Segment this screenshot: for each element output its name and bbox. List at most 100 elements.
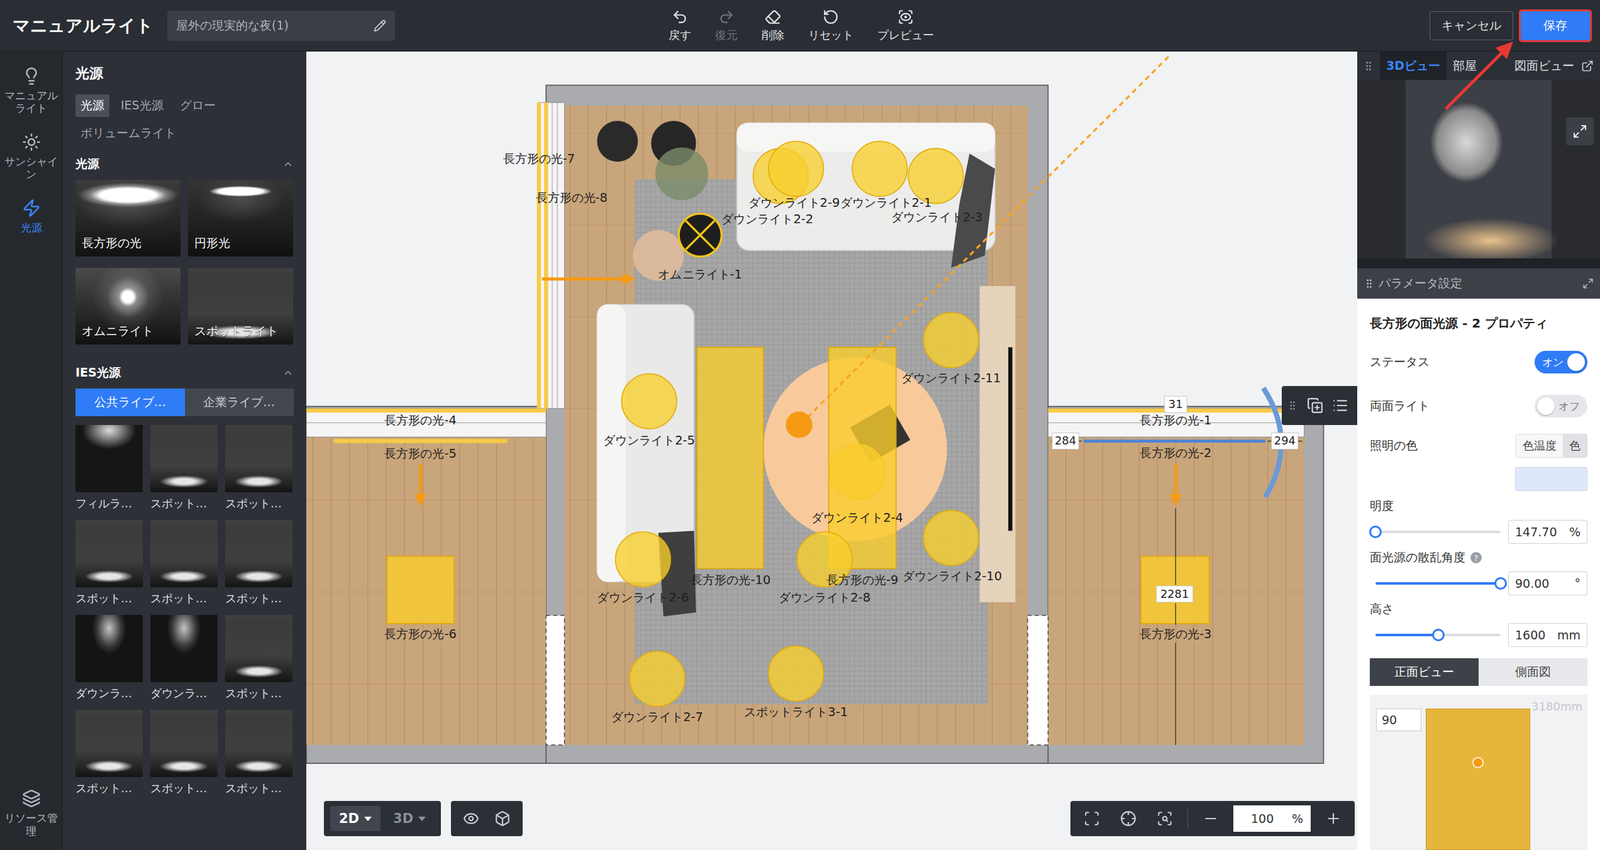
section-header[interactable]: IES光源 bbox=[75, 361, 294, 389]
library-tab[interactable]: ボリュームライト bbox=[75, 122, 182, 145]
toolbar-button[interactable]: プレビュー bbox=[876, 6, 936, 46]
light-source-dot[interactable] bbox=[1472, 757, 1484, 769]
light-label[interactable]: ダウンライト2-7 bbox=[611, 710, 704, 725]
preview-tab[interactable]: 正面ビュー bbox=[1369, 658, 1479, 687]
light-label[interactable]: 長方形の光-9 bbox=[826, 572, 899, 588]
view-tab[interactable]: 3Dビュー bbox=[1379, 51, 1447, 80]
cancel-button[interactable]: キャンセル bbox=[1429, 11, 1514, 41]
spot-light[interactable] bbox=[768, 646, 824, 702]
slider-track[interactable] bbox=[1375, 633, 1501, 637]
light-label[interactable]: オムニライト-1 bbox=[658, 267, 743, 282]
ies-item[interactable]: スポット… bbox=[150, 710, 218, 797]
linear-light[interactable] bbox=[544, 102, 548, 409]
expand-icon[interactable] bbox=[1582, 277, 1594, 290]
number-field[interactable]: 147.70% bbox=[1508, 520, 1588, 545]
toolbar-button[interactable]: 戻す bbox=[667, 6, 693, 46]
light-label[interactable]: ダウンライト2-3 bbox=[891, 210, 984, 225]
dimension-badge[interactable]: 2281 bbox=[1155, 586, 1193, 603]
dimension-badge[interactable]: 294 bbox=[1271, 433, 1299, 450]
down-light[interactable] bbox=[621, 374, 677, 430]
light-label[interactable]: 長方形の光-10 bbox=[690, 572, 771, 588]
light-label[interactable]: 長方形の光-7 bbox=[503, 151, 575, 167]
angle-field[interactable]: 90 bbox=[1376, 708, 1422, 732]
light-label[interactable]: ダウンライト2-6 bbox=[596, 590, 689, 606]
slider-track[interactable] bbox=[1375, 530, 1501, 534]
rail-item[interactable]: リソース管理 bbox=[0, 780, 63, 850]
slider-knob[interactable] bbox=[1494, 577, 1507, 590]
down-light[interactable] bbox=[768, 141, 824, 197]
zoom-out-button[interactable] bbox=[1196, 805, 1225, 833]
light-label[interactable]: 長方形の光-6 bbox=[384, 627, 456, 642]
canvas[interactable]: 長方形の光-7 長方形の光-8 オムニライト-1 ダウンライト2-2ダウンライト2-9… bbox=[306, 51, 1358, 850]
zoom-field[interactable]: 100% bbox=[1233, 805, 1311, 833]
section-header[interactable]: 光源 bbox=[75, 152, 294, 180]
ies-item[interactable]: スポット… bbox=[225, 710, 293, 797]
ies-item[interactable]: ダウンラ… bbox=[75, 615, 143, 702]
light-label[interactable]: ダウンライト2-5 bbox=[603, 433, 695, 448]
ies-item[interactable]: スポット… bbox=[225, 520, 293, 607]
light-label[interactable]: ダウンライト2-4 bbox=[811, 510, 904, 526]
down-light[interactable] bbox=[923, 312, 980, 368]
rail-item[interactable]: マニュアルライト bbox=[0, 57, 63, 124]
view-tab[interactable]: 図面ビュー bbox=[1508, 51, 1581, 80]
number-field[interactable]: 90.00° bbox=[1508, 571, 1588, 596]
help-icon[interactable]: ? bbox=[1470, 552, 1482, 564]
ies-item[interactable]: スポット… bbox=[150, 520, 218, 607]
cube-button[interactable] bbox=[488, 805, 517, 833]
light-label[interactable]: ダウンライト2-11 bbox=[901, 371, 1001, 386]
preview-tab[interactable]: 側面図 bbox=[1478, 658, 1588, 687]
duplicate-icon[interactable] bbox=[1306, 397, 1324, 414]
down-light[interactable] bbox=[852, 141, 908, 197]
expand-preview-button[interactable] bbox=[1566, 117, 1594, 146]
toggle-switch[interactable]: オフ bbox=[1534, 394, 1588, 418]
down-light[interactable] bbox=[629, 651, 685, 707]
library-tab[interactable]: グロー bbox=[174, 94, 221, 117]
light-label[interactable]: ダウンライト2-8 bbox=[778, 590, 871, 606]
light-tile[interactable]: オムニライト bbox=[75, 267, 181, 345]
library-tab[interactable]: 光源 bbox=[75, 94, 110, 117]
scene-name-field[interactable]: 屋外の現実的な夜(1) bbox=[167, 10, 395, 41]
rect-light[interactable] bbox=[1140, 556, 1210, 624]
light-label[interactable]: ダウンライト2-2 bbox=[721, 211, 814, 227]
down-light[interactable] bbox=[615, 532, 672, 588]
color-swatch[interactable] bbox=[1515, 467, 1588, 492]
direction-arrow[interactable] bbox=[418, 464, 423, 501]
ies-item[interactable]: スポット… bbox=[75, 520, 143, 607]
visibility-button[interactable] bbox=[457, 805, 485, 833]
view-mode-button[interactable]: 3D bbox=[384, 806, 435, 832]
grip-icon[interactable] bbox=[1286, 400, 1299, 412]
toolbar-button[interactable]: 復元 bbox=[713, 6, 739, 46]
linear-light[interactable] bbox=[306, 408, 546, 413]
light-label[interactable]: 長方形の光-4 bbox=[384, 413, 456, 428]
linear-light[interactable] bbox=[1083, 439, 1266, 443]
omni-light[interactable] bbox=[678, 213, 722, 257]
light-label[interactable]: ダウンライト2-9 bbox=[748, 195, 841, 211]
ies-item[interactable]: フィルラ… bbox=[75, 425, 143, 512]
list-icon[interactable] bbox=[1332, 397, 1349, 414]
floor-plan[interactable]: 長方形の光-7 長方形の光-8 オムニライト-1 ダウンライト2-2ダウンライト2-9… bbox=[306, 51, 1358, 850]
linear-light[interactable] bbox=[333, 438, 508, 443]
center-button[interactable] bbox=[1114, 805, 1143, 833]
fit-button[interactable] bbox=[1077, 805, 1106, 833]
view-mode-button[interactable]: 2D bbox=[330, 806, 381, 832]
slider-knob[interactable] bbox=[1369, 525, 1382, 539]
rect-light[interactable] bbox=[386, 556, 455, 624]
rail-item[interactable]: 光源 bbox=[0, 189, 63, 243]
popout[interactable] bbox=[1581, 51, 1600, 80]
view-tab[interactable]: 部屋 bbox=[1446, 51, 1509, 80]
aim-target[interactable] bbox=[785, 411, 812, 439]
light-tile[interactable]: 円形光 bbox=[188, 179, 294, 257]
light-tile[interactable]: スポットライト bbox=[188, 267, 294, 345]
number-field[interactable]: 1600mm bbox=[1508, 623, 1588, 648]
rail-item[interactable]: サンシャイン bbox=[0, 123, 63, 190]
ies-item[interactable]: ダウンラ… bbox=[150, 615, 218, 702]
ies-item[interactable]: スポット… bbox=[75, 710, 143, 797]
ies-item[interactable]: スポット… bbox=[150, 425, 218, 512]
zoom-area-button[interactable] bbox=[1150, 805, 1179, 833]
toolbar-button[interactable]: リセット bbox=[806, 6, 855, 46]
slider-track[interactable] bbox=[1375, 582, 1501, 585]
dimension-badge[interactable]: 31 bbox=[1164, 396, 1187, 413]
edit-icon[interactable] bbox=[373, 19, 387, 33]
rect-light[interactable] bbox=[696, 347, 763, 569]
light-label[interactable]: 長方形の光-8 bbox=[535, 190, 608, 206]
